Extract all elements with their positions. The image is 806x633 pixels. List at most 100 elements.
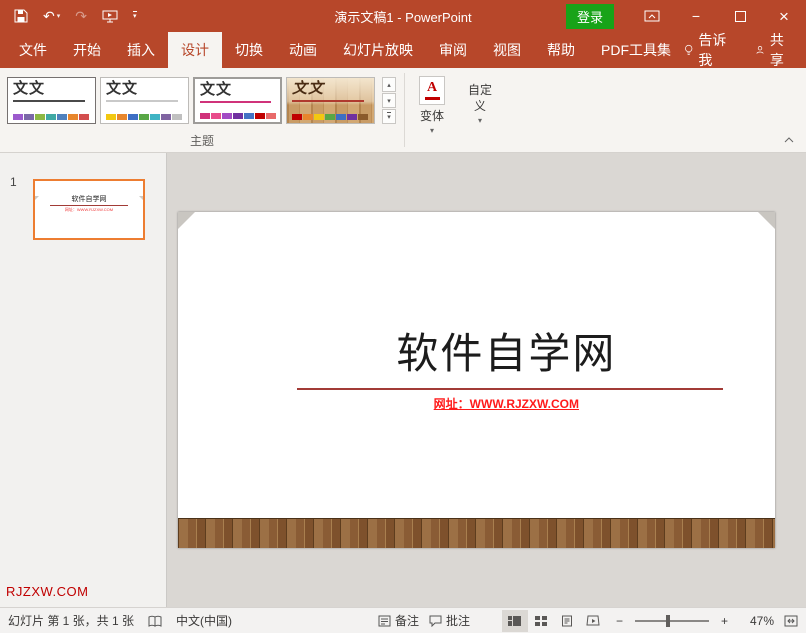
quick-access-toolbar: ↶ ▾ ↷ ▾ <box>0 9 137 23</box>
zoom-percentage[interactable]: 47% <box>748 614 774 628</box>
chevron-down-icon: ▾ <box>133 11 137 21</box>
tab-pdf-tools[interactable]: PDF工具集 <box>588 32 684 68</box>
zoom-slider-thumb[interactable] <box>666 615 670 627</box>
notes-label: 备注 <box>395 612 419 629</box>
theme-thumbnail-2[interactable]: 文文 <box>100 77 189 124</box>
view-slideshow-button[interactable] <box>580 610 606 632</box>
slide-thumbnail-panel: 1 软件自学网 网址：WWW.RJZXW.COM RJZXW.COM <box>0 153 167 607</box>
tab-animations[interactable]: 动画 <box>276 32 330 68</box>
theme-sample-text: 文文 <box>292 80 369 99</box>
view-slide-sorter-button[interactable] <box>528 610 554 632</box>
statusbar-left: 幻灯片 第 1 张，共 1 张 中文(中国) <box>0 612 232 629</box>
window-title: 演示文稿1 - PowerPoint <box>334 7 471 26</box>
chevron-down-icon: ▾ <box>430 126 434 135</box>
theme-color-swatches <box>106 114 182 120</box>
undo-icon: ↶ <box>43 9 55 23</box>
theme-gallery: 文文 文文 文文 文文 <box>7 77 375 124</box>
variants-button[interactable]: A 变体 ▾ <box>409 75 455 147</box>
collapse-ribbon-button[interactable] <box>780 133 798 147</box>
zoom-slider[interactable] <box>635 620 709 622</box>
tab-design[interactable]: 设计 <box>168 32 222 68</box>
slide-wood-floor-image[interactable] <box>178 518 775 548</box>
variants-icon-letter: A <box>427 81 437 95</box>
theme-rule <box>292 100 364 102</box>
thumbnail-divider-line <box>50 205 128 206</box>
powerpoint-window: ↶ ▾ ↷ ▾ 演示文稿1 - PowerPoint 登录 − × 文件 <box>0 0 806 633</box>
statusbar-right: 备注 批注 − <box>378 610 806 632</box>
thumbnail-url-text: 网址：WWW.RJZXW.COM <box>35 207 143 213</box>
workspace: 1 软件自学网 网址：WWW.RJZXW.COM RJZXW.COM 软件自学网… <box>0 153 806 607</box>
ribbon-design: 文文 文文 文文 文文 ▴ ▾ ▾ <box>0 68 806 153</box>
theme-rule <box>13 100 85 102</box>
fit-to-window-icon <box>784 615 798 627</box>
reading-view-icon <box>561 615 573 627</box>
undo-button[interactable]: ↶ ▾ <box>43 9 60 23</box>
save-button[interactable] <box>14 9 28 23</box>
notes-toggle[interactable]: 备注 <box>378 612 419 629</box>
tab-file[interactable]: 文件 <box>6 32 60 68</box>
slide-divider-line[interactable] <box>297 388 723 390</box>
chevron-down-icon: ▾ <box>478 116 482 125</box>
slide-title-textbox[interactable]: 软件自学网 <box>250 330 763 378</box>
language-button[interactable]: 中文(中国) <box>176 612 232 629</box>
corner-decoration-left <box>178 212 195 229</box>
slide-indicator[interactable]: 幻灯片 第 1 张，共 1 张 <box>8 612 134 629</box>
theme-thumbnail-3[interactable]: 文文 <box>193 77 282 124</box>
gallery-scroll-up-button[interactable]: ▴ <box>382 77 396 92</box>
comments-toggle[interactable]: 批注 <box>429 612 470 629</box>
tab-help[interactable]: 帮助 <box>534 32 588 68</box>
slide-sorter-icon <box>534 615 548 627</box>
theme-thumbnail-1[interactable]: 文文 <box>7 77 96 124</box>
tab-view[interactable]: 视图 <box>480 32 534 68</box>
thumbnail-title-text: 软件自学网 <box>35 196 143 204</box>
theme-thumbnail-4-wood[interactable]: 文文 <box>286 77 375 124</box>
customize-button[interactable]: 自定 义 ▾ <box>457 75 503 147</box>
customize-label-line1: 自定 <box>468 83 492 98</box>
redo-icon: ↷ <box>75 9 87 23</box>
theme-gallery-scroll: ▴ ▾ ▾ <box>382 77 396 124</box>
tab-slideshow[interactable]: 幻灯片放映 <box>330 32 426 68</box>
theme-rule <box>200 101 271 103</box>
variants-icon: A <box>419 76 445 105</box>
comment-icon <box>429 615 442 627</box>
close-button[interactable]: × <box>762 0 806 32</box>
corner-decoration-left <box>35 196 39 200</box>
ribbon-display-options-button[interactable] <box>630 0 674 32</box>
start-slideshow-button[interactable] <box>102 10 118 23</box>
view-reading-button[interactable] <box>554 610 580 632</box>
tab-transitions[interactable]: 切换 <box>222 32 276 68</box>
tab-review[interactable]: 审阅 <box>426 32 480 68</box>
gallery-more-button[interactable]: ▾ <box>382 109 396 124</box>
ribbon-group-separator <box>404 73 405 147</box>
slide-thumbnail[interactable]: 软件自学网 网址：WWW.RJZXW.COM <box>33 179 145 240</box>
zoom-out-button[interactable]: − <box>616 614 623 628</box>
spellcheck-button[interactable] <box>148 615 162 627</box>
normal-view-icon <box>507 615 522 627</box>
spellcheck-book-icon <box>148 615 162 627</box>
tell-me-button[interactable]: 告诉我 <box>684 30 729 70</box>
slide-number-label: 1 <box>10 175 17 189</box>
theme-sample-text: 文文 <box>200 81 275 100</box>
view-switcher <box>502 610 606 632</box>
rjzxw-watermark: RJZXW.COM <box>6 584 89 599</box>
comments-label: 批注 <box>446 612 470 629</box>
maximize-button[interactable] <box>718 0 762 32</box>
minimize-button[interactable]: − <box>674 0 718 32</box>
gallery-scroll-down-button[interactable]: ▾ <box>382 93 396 108</box>
titlebar-controls: 登录 − × <box>566 0 806 32</box>
status-bar: 幻灯片 第 1 张，共 1 张 中文(中国) 备注 批注 <box>0 607 806 633</box>
tab-home[interactable]: 开始 <box>60 32 114 68</box>
fit-slide-button[interactable] <box>784 615 798 627</box>
view-normal-button[interactable] <box>502 610 528 632</box>
sign-in-button[interactable]: 登录 <box>566 4 614 29</box>
slide-canvas[interactable]: 软件自学网 网址：WWW.RJZXW.COM <box>178 212 775 548</box>
customize-qat-button[interactable]: ▾ <box>133 11 137 21</box>
tab-insert[interactable]: 插入 <box>114 32 168 68</box>
ribbon-display-options-icon <box>644 9 660 23</box>
share-button[interactable]: 共享 <box>755 30 790 70</box>
zoom-in-button[interactable]: + <box>721 614 728 628</box>
slide-url-textbox[interactable]: 网址：WWW.RJZXW.COM <box>250 395 763 412</box>
share-label: 共享 <box>770 30 790 70</box>
variants-label: 变体 <box>420 109 444 124</box>
redo-button[interactable]: ↷ <box>75 9 87 23</box>
